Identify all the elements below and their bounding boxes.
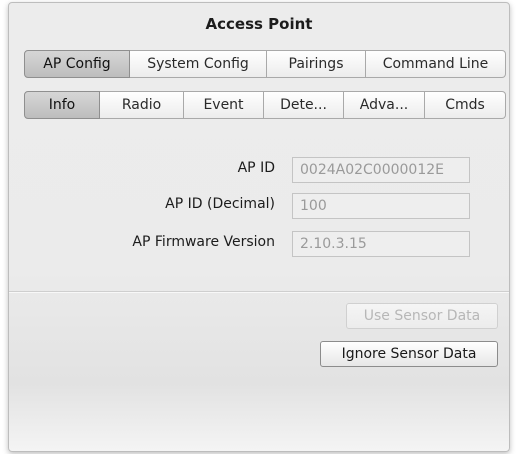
top-tab-bar: AP Config System Config Pairings Command… (24, 50, 506, 78)
ap-id-label: AP ID (237, 160, 275, 176)
sub-tab-bar: Info Radio Event Dete... Adva... Cmds (24, 91, 506, 119)
tab-info[interactable]: Info (24, 91, 100, 119)
ap-id-decimal-label: AP ID (Decimal) (165, 196, 275, 212)
tab-ap-config[interactable]: AP Config (24, 50, 130, 78)
tab-detection[interactable]: Dete... (264, 91, 344, 119)
tab-command-line[interactable]: Command Line (366, 50, 506, 78)
tab-system-config[interactable]: System Config (130, 50, 267, 78)
tab-pairings[interactable]: Pairings (267, 50, 366, 78)
use-sensor-data-button[interactable]: Use Sensor Data (346, 303, 498, 329)
window-title: Access Point (205, 15, 313, 33)
firmware-version-field[interactable]: 2.10.3.15 (292, 231, 470, 257)
ap-id-field[interactable]: 0024A02C0000012E (292, 157, 470, 183)
tab-event[interactable]: Event (184, 91, 264, 119)
tab-radio[interactable]: Radio (100, 91, 184, 119)
ignore-sensor-data-button[interactable]: Ignore Sensor Data (320, 341, 498, 367)
firmware-version-label: AP Firmware Version (132, 234, 275, 250)
tab-cmds[interactable]: Cmds (425, 91, 506, 119)
section-divider (9, 291, 509, 293)
access-point-window: Access Point AP Config System Config Pai… (8, 2, 510, 452)
tab-advanced[interactable]: Adva... (344, 91, 425, 119)
ap-id-decimal-field[interactable]: 100 (292, 193, 470, 219)
